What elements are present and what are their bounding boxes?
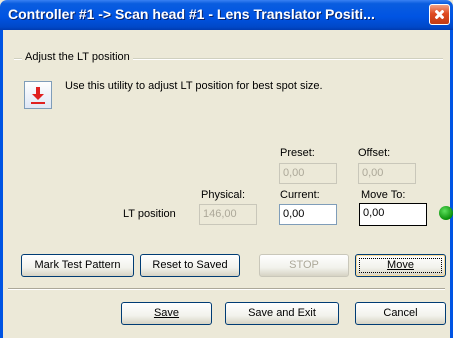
- reset-to-saved-button[interactable]: Reset to Saved: [140, 254, 240, 277]
- description-text: Use this utility to adjust LT position f…: [65, 80, 323, 92]
- title-bar[interactable]: Controller #1 -> Scan head #1 - Lens Tra…: [0, 0, 453, 30]
- save-button-label: Save: [153, 307, 180, 319]
- stop-button[interactable]: STOP: [259, 254, 349, 277]
- save-and-exit-button[interactable]: Save and Exit: [225, 302, 339, 325]
- group-legend: Adjust the LT position: [22, 51, 133, 63]
- preset-field: 0,00: [279, 163, 337, 184]
- move-to-input[interactable]: 0,00: [359, 203, 427, 226]
- status-led-icon: [439, 206, 453, 220]
- current-label: Current:: [280, 189, 320, 201]
- close-icon[interactable]: [429, 4, 450, 25]
- move-to-label: Move To:: [361, 189, 406, 201]
- physical-label: Physical:: [201, 189, 246, 201]
- separator-highlight: [8, 289, 445, 290]
- move-button-label: Move: [387, 259, 414, 271]
- save-button[interactable]: Save: [121, 302, 212, 325]
- mark-test-pattern-button[interactable]: Mark Test Pattern: [21, 254, 134, 277]
- window-frame-left: [0, 30, 3, 338]
- download-arrow-icon: [24, 81, 52, 109]
- window-title: Controller #1 -> Scan head #1 - Lens Tra…: [8, 6, 375, 22]
- preset-label: Preset:: [280, 147, 315, 159]
- current-field: 0,00: [279, 204, 337, 225]
- offset-label: Offset:: [358, 147, 391, 159]
- offset-field: 0,00: [358, 163, 416, 184]
- lt-position-label: LT position: [123, 208, 176, 220]
- move-button[interactable]: Move: [355, 254, 446, 277]
- physical-field: 146,00: [199, 204, 257, 225]
- cancel-button[interactable]: Cancel: [355, 302, 446, 325]
